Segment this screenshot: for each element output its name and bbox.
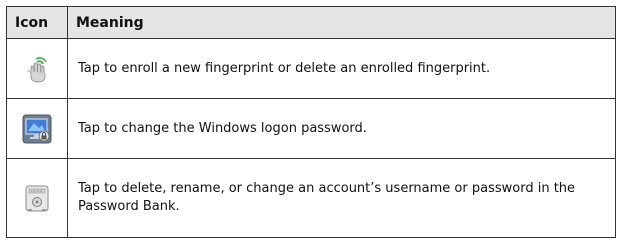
table-row: Tap to delete, rename, or change an acco… — [6, 158, 616, 238]
header-row: Icon Meaning — [6, 6, 616, 39]
icon-cell — [6, 38, 68, 99]
table-row: Tap to change the Windows logon password… — [6, 98, 616, 159]
icon-meaning-table: Icon Meaning Tap to enroll a new fingerp… — [6, 6, 616, 238]
icon-cell — [6, 158, 68, 238]
meaning-cell: Tap to enroll a new fingerprint or delet… — [67, 38, 616, 99]
meaning-cell: Tap to change the Windows logon password… — [67, 98, 616, 159]
icon-cell — [6, 98, 68, 159]
header-meaning: Meaning — [67, 6, 616, 39]
meaning-cell: Tap to delete, rename, or change an acco… — [67, 158, 616, 238]
table-row: Tap to enroll a new fingerprint or delet… — [6, 38, 616, 99]
fingerprint-hand-icon[interactable] — [22, 54, 52, 84]
windows-logon-password-icon[interactable] — [22, 114, 52, 144]
password-bank-safe-icon[interactable] — [22, 183, 52, 213]
header-icon: Icon — [6, 6, 68, 39]
